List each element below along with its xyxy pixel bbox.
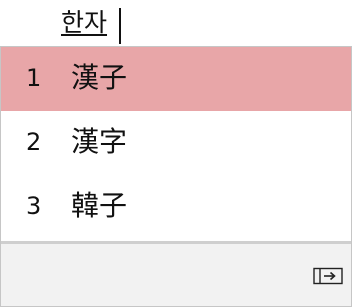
composition-text: 한자 — [61, 8, 108, 37]
candidate-item-2[interactable]: 2 漢字 — [1, 111, 351, 175]
candidate-window: 1 漢子 2 漢字 3 韓子 — [0, 46, 352, 307]
candidate-number: 2 — [26, 128, 42, 156]
expand-candidates-icon[interactable] — [313, 267, 343, 285]
candidate-text: 漢字 — [71, 125, 128, 158]
candidate-footer — [1, 244, 351, 306]
text-caret — [119, 8, 121, 44]
candidate-item-3[interactable]: 3 韓子 — [1, 175, 351, 239]
candidate-text: 韓子 — [71, 189, 128, 222]
candidate-text: 漢子 — [71, 61, 128, 94]
candidate-number: 1 — [26, 64, 42, 92]
candidate-number: 3 — [26, 192, 42, 220]
composition-bar: 한자 — [0, 0, 352, 46]
candidate-item-1[interactable]: 1 漢子 — [1, 47, 351, 111]
